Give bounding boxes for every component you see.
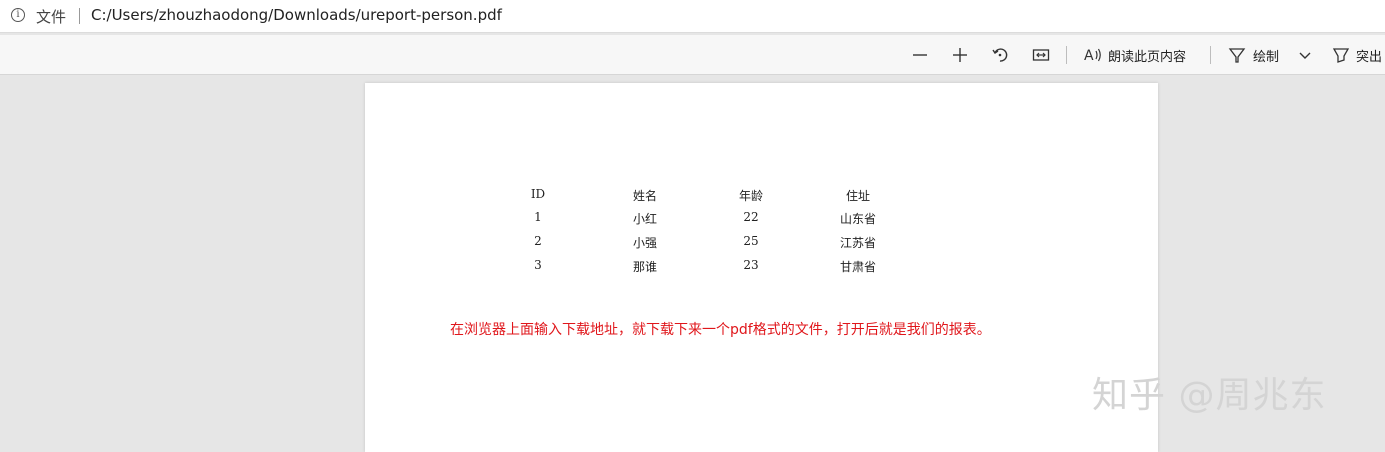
fit-width-icon[interactable] bbox=[1031, 45, 1051, 65]
info-icon[interactable]: i bbox=[11, 8, 25, 22]
rotate-icon[interactable] bbox=[990, 45, 1010, 65]
table-cell: 山东省 bbox=[839, 212, 876, 226]
header-name: 姓名 bbox=[632, 189, 657, 203]
table-cell: 小强 bbox=[632, 236, 657, 250]
highlight-icon bbox=[1332, 48, 1350, 63]
file-label: 文件 bbox=[36, 8, 67, 26]
chevron-down-icon[interactable] bbox=[1295, 45, 1315, 65]
draw-icon bbox=[1228, 48, 1246, 63]
zoom-out-icon[interactable] bbox=[910, 45, 930, 65]
zoom-in-icon[interactable] bbox=[950, 45, 970, 65]
read-aloud-label: 朗读此页内容 bbox=[1108, 50, 1187, 65]
table-cell: 1 bbox=[534, 210, 542, 224]
table-cell: 甘肃省 bbox=[839, 260, 876, 274]
address-separator bbox=[79, 8, 80, 24]
table-cell: 23 bbox=[743, 258, 759, 272]
url-text[interactable]: C:/Users/zhouzhaodong/Downloads/ureport-… bbox=[91, 6, 502, 24]
header-age: 年龄 bbox=[738, 189, 763, 203]
table-cell: 25 bbox=[743, 234, 759, 248]
header-address: 住址 bbox=[845, 189, 870, 203]
table-cell: 3 bbox=[534, 258, 542, 272]
header-id: ID bbox=[530, 187, 546, 201]
address-bar[interactable]: i 文件 C:/Users/zhouzhaodong/Downloads/ure… bbox=[0, 0, 1385, 33]
table-cell: 2 bbox=[534, 234, 542, 248]
pdf-page: ID 姓名 年龄 住址 1 小红 22 山东省 2 小强 25 江苏省 3 那谁… bbox=[365, 83, 1158, 452]
pdf-toolbar: A 朗读此页内容 绘制 突出 bbox=[0, 35, 1385, 75]
watermark: 知乎 @周兆东 bbox=[1092, 375, 1327, 416]
toolbar-separator bbox=[1066, 46, 1067, 64]
svg-text:A: A bbox=[1084, 48, 1094, 64]
table-cell: 江苏省 bbox=[839, 236, 876, 250]
table-cell: 那谁 bbox=[632, 260, 657, 274]
toolbar-separator bbox=[1210, 46, 1211, 64]
annotation-note: 在浏览器上面输入下载地址，就下载下来一个pdf格式的文件，打开后就是我们的报表。 bbox=[450, 322, 991, 338]
read-aloud-icon: A bbox=[1084, 48, 1101, 64]
table-cell: 小红 bbox=[632, 212, 657, 226]
table-cell: 22 bbox=[743, 210, 759, 224]
draw-label: 绘制 bbox=[1253, 50, 1280, 65]
highlight-label: 突出 bbox=[1356, 50, 1383, 65]
